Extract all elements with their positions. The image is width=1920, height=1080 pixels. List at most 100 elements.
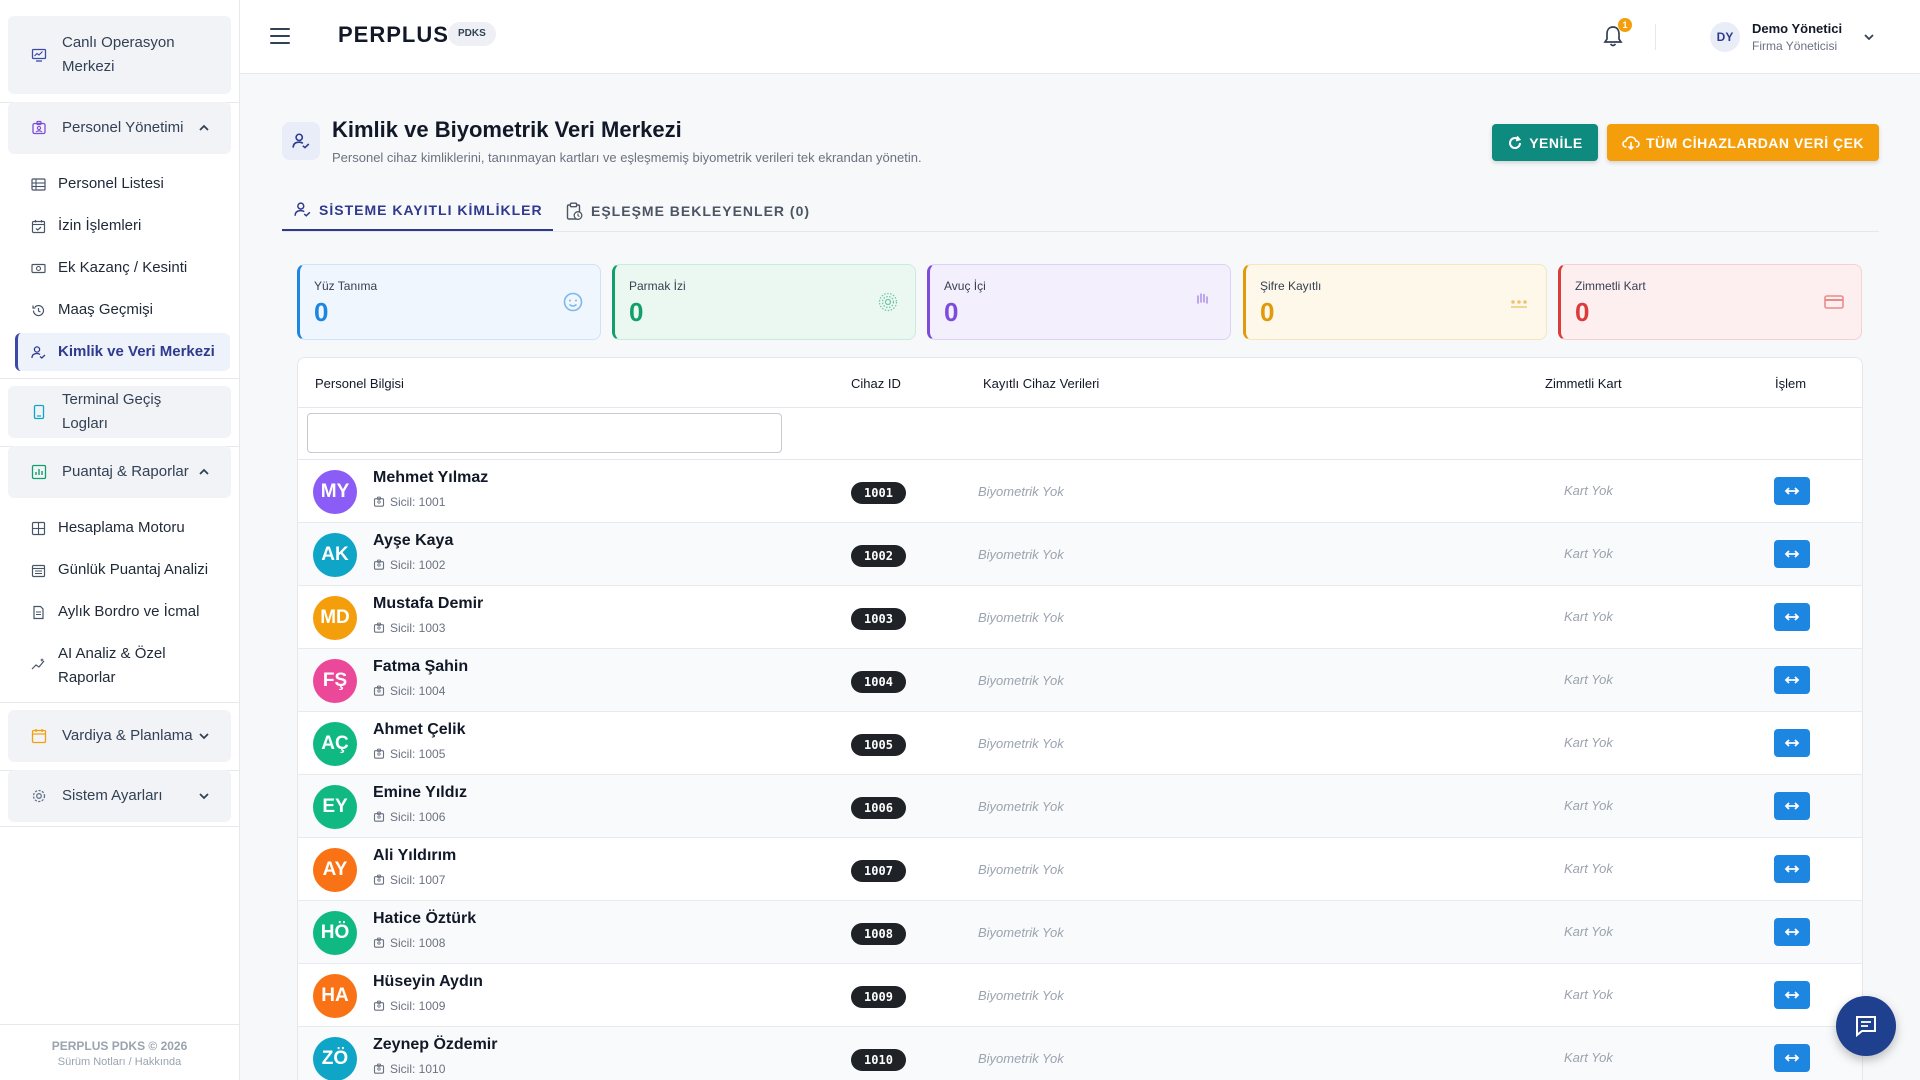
card-status: Kart Yok <box>1564 1050 1613 1065</box>
personel-sicil: Sicil: 1007 <box>373 873 445 887</box>
nav-group-sistem[interactable]: Sistem Ayarları <box>8 770 231 822</box>
table-row: FŞ Fatma Şahin Sicil: 1004 1004 Biyometrik Y… <box>298 649 1862 712</box>
chat-icon <box>1856 1016 1876 1038</box>
user-name[interactable]: Demo Yönetici <box>1752 21 1842 36</box>
personel-name[interactable]: Hatice Öztürk <box>373 910 476 928</box>
chat-support-button[interactable] <box>1836 996 1896 1056</box>
stat-value: 0 <box>314 297 329 327</box>
user-role: Firma Yöneticisi <box>1752 39 1838 53</box>
sync-action-button[interactable] <box>1774 918 1810 946</box>
nav-group-puantaj[interactable]: Puantaj & Raporlar <box>8 446 231 498</box>
personel-sicil: Sicil: 1003 <box>373 621 445 635</box>
card-status: Kart Yok <box>1564 798 1613 813</box>
id-badge-icon <box>373 748 385 759</box>
sync-action-button[interactable] <box>1774 603 1810 631</box>
personel-name[interactable]: Zeynep Özdemir <box>373 1036 497 1054</box>
user-avatar[interactable]: DY <box>1710 22 1740 52</box>
footer-release-notes-link[interactable]: Sürüm Notları / Hakkında <box>0 1056 239 1068</box>
arrows-left-right-icon <box>1784 865 1800 873</box>
personel-sicil: Sicil: 1004 <box>373 684 445 698</box>
nav-group-sistem-label: Sistem Ayarları <box>62 787 163 804</box>
face-icon <box>562 291 584 313</box>
sicil-text: Sicil: 1005 <box>390 747 446 761</box>
terminal-device-icon <box>30 403 48 421</box>
device-id-badge: 1004 <box>851 671 906 693</box>
refresh-button[interactable]: YENİLE <box>1492 124 1598 161</box>
menu-toggle-icon[interactable] <box>270 28 290 44</box>
arrows-left-right-icon <box>1784 928 1800 936</box>
personel-name[interactable]: Mustafa Demir <box>373 595 483 613</box>
sidebar-item-ai-analiz[interactable]: AI Analiz & Özel Raporlar <box>15 637 230 691</box>
card-status: Kart Yok <box>1564 924 1613 939</box>
tab-pending-matches[interactable]: EŞLEŞME BEKLEYENLER (0) <box>566 190 810 232</box>
nav-terminal-logs[interactable]: Terminal Geçiş Logları <box>8 386 231 438</box>
stat-label: Zimmetli Kart <box>1575 279 1646 293</box>
personel-name[interactable]: Hüseyin Aydın <box>373 973 483 991</box>
sync-action-button[interactable] <box>1774 477 1810 505</box>
biometric-status: Biyometrik Yok <box>978 547 1064 562</box>
card-status: Kart Yok <box>1564 861 1613 876</box>
personel-filter-input[interactable] <box>307 413 782 453</box>
sidebar-item-aylik-bordro[interactable]: Aylık Bordro ve İcmal <box>15 593 230 631</box>
personel-name[interactable]: Mehmet Yılmaz <box>373 469 488 487</box>
sidebar-item-personel-listesi[interactable]: Personel Listesi <box>15 165 230 203</box>
arrows-left-right-icon <box>1784 676 1800 684</box>
id-badge-icon <box>373 1063 385 1074</box>
sidebar-item-ek-kazanc[interactable]: Ek Kazanç / Kesinti <box>15 249 230 287</box>
card-status: Kart Yok <box>1564 609 1613 624</box>
sync-action-button[interactable] <box>1774 792 1810 820</box>
device-id-badge: 1009 <box>851 986 906 1008</box>
sync-action-button[interactable] <box>1774 981 1810 1009</box>
personel-name[interactable]: Emine Yıldız <box>373 784 467 802</box>
nav-group-personel[interactable]: Personel Yönetimi <box>8 102 231 154</box>
personel-sicil: Sicil: 1005 <box>373 747 445 761</box>
sicil-text: Sicil: 1008 <box>390 936 446 950</box>
personel-name[interactable]: Fatma Şahin <box>373 658 468 676</box>
sidebar-item-gunluk-puantaj[interactable]: Günlük Puantaj Analizi <box>15 551 230 589</box>
tab-label: SİSTEME KAYITLI KİMLİKLER <box>319 201 543 218</box>
personel-name[interactable]: Ali Yıldırım <box>373 847 456 865</box>
biometric-status: Biyometrik Yok <box>978 925 1064 940</box>
sync-action-button[interactable] <box>1774 1044 1810 1072</box>
stat-value: 0 <box>1260 297 1275 327</box>
id-badge-icon <box>373 622 385 633</box>
calculator-icon <box>30 520 46 536</box>
sidebar-item-label: AI Analiz & Özel Raporlar <box>58 645 166 686</box>
sidebar-item-label: İzin İşlemleri <box>58 217 142 234</box>
pull-all-devices-button[interactable]: TÜM CİHAZLARDAN VERİ ÇEK <box>1607 124 1879 161</box>
sidebar-item-hesaplama-motoru[interactable]: Hesaplama Motoru <box>15 509 230 547</box>
nav-live-operations[interactable]: Canlı Operasyon Merkezi <box>8 16 231 94</box>
tab-registered-identities[interactable]: SİSTEME KAYITLI KİMLİKLER <box>282 190 553 232</box>
sync-action-button[interactable] <box>1774 666 1810 694</box>
nav-group-vardiya[interactable]: Vardiya & Planlama <box>8 710 231 762</box>
chevron-up-icon <box>199 468 209 475</box>
personel-name[interactable]: Ahmet Çelik <box>373 721 465 739</box>
sicil-text: Sicil: 1001 <box>390 495 446 509</box>
device-id-badge: 1003 <box>851 608 906 630</box>
clipboard-clock-icon <box>566 202 583 220</box>
personel-name[interactable]: Ayşe Kaya <box>373 532 453 550</box>
user-check-icon <box>282 122 320 160</box>
app-logo: PERPLUS <box>338 22 449 47</box>
arrows-left-right-icon <box>1784 1054 1800 1062</box>
stat-label: Parmak İzi <box>629 279 686 293</box>
card-status: Kart Yok <box>1564 735 1613 750</box>
arrows-left-right-icon <box>1784 487 1800 495</box>
sync-action-button[interactable] <box>1774 855 1810 883</box>
sidebar-item-label: Ek Kazanç / Kesinti <box>58 259 188 276</box>
avatar: AÇ <box>313 722 357 766</box>
sync-action-button[interactable] <box>1774 540 1810 568</box>
sidebar-item-izin-islemleri[interactable]: İzin İşlemleri <box>15 207 230 245</box>
stat-value: 0 <box>629 297 644 327</box>
sidebar-item-maas-gecmisi[interactable]: Maaş Geçmişi <box>15 291 230 329</box>
card-status: Kart Yok <box>1564 483 1613 498</box>
table-row: HA Hüseyin Aydın Sicil: 1009 1009 Biyometrik… <box>298 964 1862 1027</box>
device-id-badge: 1006 <box>851 797 906 819</box>
chevron-down-icon[interactable] <box>1862 30 1876 44</box>
sync-action-button[interactable] <box>1774 729 1810 757</box>
column-header-device-id: Cihaz ID <box>851 376 901 391</box>
refresh-icon <box>1509 135 1522 149</box>
sidebar-item-kimlik-veri-merkezi[interactable]: Kimlik ve Veri Merkezi <box>15 333 230 371</box>
chevron-down-icon <box>199 793 209 800</box>
history-icon <box>30 302 46 318</box>
